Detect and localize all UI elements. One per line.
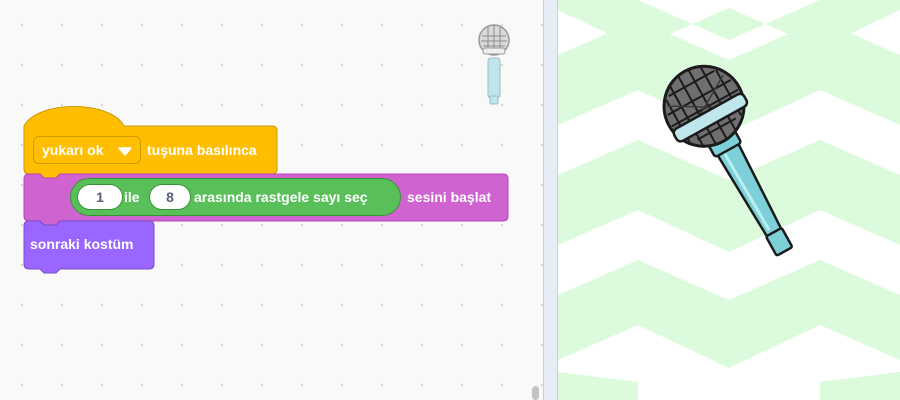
key-dropdown-value: yukarı ok — [42, 142, 104, 158]
stage-canvas[interactable] — [558, 0, 900, 400]
event-block-label: tuşuna basılınca — [147, 142, 257, 158]
workspace-scrollbar[interactable] — [532, 386, 539, 400]
code-workspace[interactable]: yukarı ok tuşuna basılınca 1 ile 8 arası… — [0, 0, 543, 400]
pick-random-block[interactable]: 1 ile 8 arasında rastgele sayı seç — [70, 178, 401, 216]
stage-divider — [543, 0, 558, 400]
chevron-down-icon — [118, 147, 132, 156]
key-dropdown[interactable]: yukarı ok — [33, 136, 141, 164]
microphone-icon[interactable] — [653, 56, 793, 278]
random-mid-label: ile — [124, 189, 140, 205]
random-from-input[interactable]: 1 — [77, 184, 123, 210]
microphone-icon — [478, 24, 510, 105]
looks-block-label: sonraki kostüm — [30, 236, 134, 252]
random-suffix-label: arasında rastgele sayı seç — [194, 189, 368, 205]
sound-block-label: sesini başlat — [407, 189, 492, 205]
random-to-input[interactable]: 8 — [149, 184, 191, 210]
